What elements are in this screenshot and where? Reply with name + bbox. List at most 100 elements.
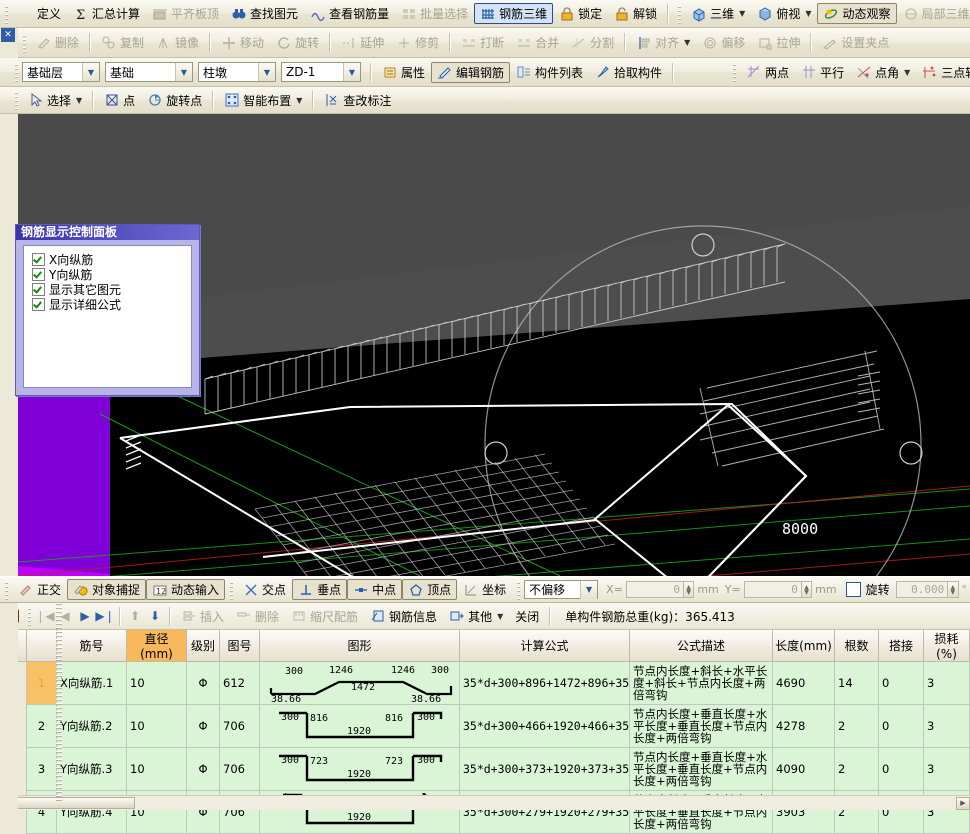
edit-rebar-button[interactable]: 编辑钢筋 xyxy=(431,62,510,83)
cell-lap[interactable]: 0 xyxy=(879,662,924,705)
toolbar-lock-button[interactable]: 锁定 xyxy=(553,3,608,24)
cell-grade[interactable]: Φ xyxy=(187,705,220,748)
snapbar-grip-snaps[interactable] xyxy=(228,580,235,600)
cell-loss[interactable]: 3 xyxy=(924,662,970,705)
nav-last-button[interactable]: ▶❘ xyxy=(95,609,115,623)
rebar-info-button[interactable]: 钢筋信息 xyxy=(364,606,443,627)
chevron-down-icon[interactable]: ▼ xyxy=(580,581,597,599)
header-figure-no[interactable]: 图号 xyxy=(220,630,260,662)
snapbar-grip[interactable] xyxy=(3,580,10,600)
property-button[interactable]: 属性 xyxy=(376,62,431,83)
cell-shape[interactable]: 300 816 816 300 1920 xyxy=(260,705,460,748)
object-snap-button[interactable]: 对象捕捉 xyxy=(67,579,146,600)
three-point-axis-button[interactable]: 三点辅轴 ▼ xyxy=(916,62,970,83)
table-row[interactable]: 1 X向纵筋.1 10 Φ 612 300 1246 12 xyxy=(1,662,970,705)
toolbar-move-button[interactable]: 移动 xyxy=(215,32,270,53)
chevron-down-icon[interactable]: ▼ xyxy=(904,68,910,77)
toolbar-align-button[interactable]: 对齐 ▼ xyxy=(630,32,696,53)
toolbar-grip-view[interactable] xyxy=(676,4,683,24)
chevron-down-icon[interactable]: ▼ xyxy=(497,612,503,621)
cell-count[interactable]: 14 xyxy=(835,662,879,705)
toolbar-batch-select-button[interactable]: 批量选择 xyxy=(395,3,474,24)
chevron-down-icon[interactable]: ▼ xyxy=(296,96,302,105)
cell-rebar-name[interactable]: Y向纵筋.3 xyxy=(57,748,127,791)
checkbox-y-rebar[interactable] xyxy=(32,268,45,281)
toolbar-define-button[interactable]: 定义 xyxy=(12,3,67,24)
edit-dimension-button[interactable]: 查改标注 xyxy=(318,90,397,111)
header-loss[interactable]: 损耗(%) xyxy=(924,630,970,662)
cell-figure-no[interactable]: 706 xyxy=(220,748,260,791)
y-spinner[interactable]: ▲▼ xyxy=(802,581,812,598)
toolbar-merge-button[interactable]: 合并 xyxy=(510,32,565,53)
toolbar-split-button[interactable]: 分割 xyxy=(565,32,620,53)
toolbar-partial-3d-button[interactable]: 局部三维 xyxy=(897,3,970,24)
pick-component-button[interactable]: 拾取构件 xyxy=(589,62,668,83)
cell-length[interactable]: 4090 xyxy=(773,748,835,791)
toolbar-extend-button[interactable]: 延伸 xyxy=(335,32,390,53)
cell-formula[interactable]: 35*d+300+466+1920+466+35*d+300+12.5*d xyxy=(460,705,630,748)
cell-rebar-name[interactable]: Y向纵筋.2 xyxy=(57,705,127,748)
close-icon[interactable]: ✕ xyxy=(1,28,15,42)
cell-diameter[interactable]: 10 xyxy=(127,662,187,705)
table-row[interactable]: 3 Y向纵筋.3 10 Φ 706 300 723 xyxy=(1,748,970,791)
parallel-button[interactable]: 平行 xyxy=(795,62,850,83)
y-coordinate-input[interactable]: 0 xyxy=(744,581,802,598)
scroll-right-arrow[interactable]: ▶ xyxy=(956,797,970,810)
cell-description[interactable]: 节点内长度+斜长+水平长度+斜长+节点内长度+两倍弯钩 xyxy=(630,662,773,705)
cell-diameter[interactable]: 10 xyxy=(127,748,187,791)
x-spinner[interactable]: ▲▼ xyxy=(684,581,694,598)
rebar-toolbar-grip[interactable] xyxy=(26,606,33,626)
checkbox-show-detailed-formula[interactable] xyxy=(32,298,45,311)
toolbar-rebar-3d-button[interactable]: 钢筋三维 xyxy=(474,3,553,24)
chevron-down-icon[interactable]: ▼ xyxy=(175,63,192,81)
toolbar-trim-button[interactable]: 修剪 xyxy=(390,32,445,53)
cell-diameter[interactable]: 10 xyxy=(127,705,187,748)
table-row-handle-strip[interactable] xyxy=(56,603,62,803)
toolbar-copy-button[interactable]: 复制 xyxy=(95,32,150,53)
header-shape[interactable]: 图形 xyxy=(260,630,460,662)
checkbox-row-y-rebar[interactable]: Y向纵筋 xyxy=(32,267,191,281)
rotate-point-button[interactable]: 旋转点 xyxy=(141,90,208,111)
chevron-down-icon[interactable]: ▼ xyxy=(343,63,360,81)
snap-vertex-button[interactable]: 顶点 xyxy=(402,579,457,600)
ortho-mode-button[interactable]: 正交 xyxy=(12,579,67,600)
snapbar-grip-offset[interactable] xyxy=(515,580,522,600)
toolbar-delete-button[interactable]: 删除 xyxy=(30,32,85,53)
cell-grade[interactable]: Φ xyxy=(187,662,220,705)
toolbar-set-grip-button[interactable]: 设置夹点 xyxy=(816,32,895,53)
component-instance-select[interactable]: ZD-1 ▼ xyxy=(281,62,361,82)
floor-select[interactable]: 基础层 ▼ xyxy=(22,62,100,82)
insert-row-button[interactable]: 插入 xyxy=(175,606,230,627)
cell-loss[interactable]: 3 xyxy=(924,748,970,791)
cell-length[interactable]: 4690 xyxy=(773,662,835,705)
row-index-cell[interactable]: 3 xyxy=(27,748,57,791)
rebar-display-control-panel[interactable]: 钢筋显示控制面板 X向纵筋 Y向纵筋 显示其它图元 显示详细公式 xyxy=(15,224,200,396)
cell-shape[interactable]: 300 1246 1246 300 38.66 1472 38.66 xyxy=(260,662,460,705)
cell-figure-no[interactable]: 612 xyxy=(220,662,260,705)
scroll-thumb[interactable] xyxy=(15,797,135,809)
delete-row-button[interactable]: 删除 xyxy=(230,606,285,627)
snap-perpendicular-button[interactable]: 垂点 xyxy=(292,579,347,600)
dynamic-input-button[interactable]: 12 动态输入 xyxy=(146,579,225,600)
header-grade[interactable]: 级别 xyxy=(187,630,220,662)
checkbox-show-other-elements[interactable] xyxy=(32,283,45,296)
toolbar-grip[interactable] xyxy=(3,4,10,24)
cell-length[interactable]: 4278 xyxy=(773,705,835,748)
row-index-cell[interactable]: 1 xyxy=(27,662,57,705)
cell-loss[interactable]: 3 xyxy=(924,705,970,748)
offset-mode-select[interactable]: 不偏移 ▼ xyxy=(524,580,598,599)
toolbar-offset-button[interactable]: 偏移 xyxy=(696,32,751,53)
nav-move-up-button[interactable]: ⬆ xyxy=(125,609,145,623)
toolbar-align-slab-button[interactable]: 平齐板顶 xyxy=(146,3,225,24)
header-rebar-name[interactable]: 筋号 xyxy=(57,630,127,662)
rotate-input[interactable]: 0.000 xyxy=(896,581,949,598)
table-horizontal-scrollbar[interactable]: ◀ ▶ xyxy=(0,795,970,810)
scale-rebar-button[interactable]: 缩尺配筋 xyxy=(285,606,364,627)
3d-viewport[interactable]: Z 8000 3 钢筋显示控制面板 X向纵筋 Y向纵筋 显示其它图元 xyxy=(0,114,970,576)
snap-midpoint-button[interactable]: 中点 xyxy=(347,579,402,600)
toolbar-mirror-button[interactable]: 镜像 xyxy=(150,32,205,53)
toolbar-grip-axis[interactable] xyxy=(731,62,738,82)
checkbox-row-x-rebar[interactable]: X向纵筋 xyxy=(32,252,191,266)
cell-lap[interactable]: 0 xyxy=(879,748,924,791)
toolbar-3d-view-button[interactable]: 三维 ▼ xyxy=(685,3,751,24)
